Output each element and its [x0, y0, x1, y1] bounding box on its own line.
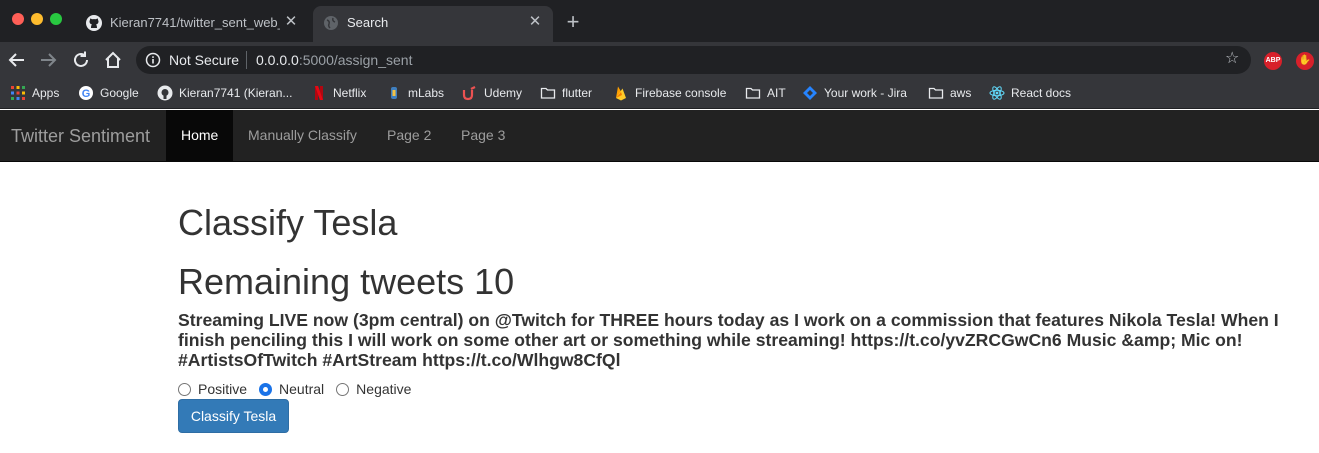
home-icon[interactable] [102, 49, 124, 71]
bookmark-google[interactable]: G Google [78, 83, 139, 103]
radio-positive-input[interactable] [178, 382, 191, 396]
globe-icon [324, 16, 338, 30]
folder-icon [745, 87, 761, 99]
tweet-text: Streaming LIVE now (3pm central) on @Twi… [178, 310, 1279, 370]
remaining-count-heading: Remaining tweets 10 [178, 261, 515, 302]
apps-grid-icon [11, 86, 25, 100]
bookmark-label: flutter [562, 86, 593, 100]
bookmark-star-icon[interactable]: ☆ [1225, 51, 1241, 67]
back-arrow-icon[interactable] [6, 49, 28, 71]
security-label: Not Secure [169, 52, 240, 68]
bookmark-folder-flutter[interactable]: flutter [540, 83, 592, 103]
window-minimize-button[interactable] [31, 13, 43, 25]
adblock-extension-icon[interactable]: ABP [1264, 52, 1282, 70]
udemy-icon [462, 86, 476, 101]
forward-arrow-icon[interactable] [37, 49, 59, 71]
bookmark-jira[interactable]: Your work - Jira [802, 83, 907, 103]
radio-positive-label: Positive [198, 381, 248, 397]
bookmark-label: Your work - Jira [824, 86, 907, 100]
netflix-icon [315, 86, 323, 100]
tab-close-icon[interactable]: ✕ [283, 14, 299, 30]
tab-title: Search [347, 15, 389, 30]
bookmark-github[interactable]: Kieran7741 (Kieran... [157, 83, 292, 103]
bookmark-label: Udemy [484, 86, 523, 100]
radio-negative[interactable]: Negative [336, 381, 411, 397]
jira-icon [803, 86, 817, 100]
bookmarks-bar: Apps G Google Kieran7741 (Kieran... Netf… [0, 78, 1319, 109]
google-icon: G [79, 86, 93, 100]
bookmark-label: Kieran7741 (Kieran... [179, 86, 293, 100]
new-tab-button[interactable]: + [562, 11, 584, 33]
github-icon [157, 85, 173, 101]
bookmark-label: AIT [767, 86, 786, 100]
browser-tab-github[interactable]: Kieran7741/twitter_sent_web_app ✕ [76, 6, 309, 42]
bookmark-react-docs[interactable]: React docs [989, 83, 1071, 103]
navbar-brand[interactable]: Twitter Sentiment [11, 126, 150, 147]
bookmark-label: Firebase console [635, 86, 727, 100]
nav-item-manually-classify[interactable]: Manually Classify [233, 110, 372, 161]
classify-submit-button[interactable]: Classify Tesla [178, 399, 289, 433]
radio-neutral-input[interactable] [259, 382, 273, 396]
address-bar[interactable]: Not Secure 0.0.0.0:5000/assign_sent ☆ [136, 46, 1251, 74]
tab-title: Kieran7741/twitter_sent_web_app [110, 15, 280, 30]
nav-item-page-2[interactable]: Page 2 [372, 110, 446, 161]
bookmark-label: Google [100, 86, 139, 100]
radio-neutral[interactable]: Neutral [259, 381, 324, 397]
radio-negative-label: Negative [356, 381, 412, 397]
radio-positive[interactable]: Positive [178, 381, 247, 397]
url-text: 0.0.0.0:5000/assign_sent [256, 52, 412, 68]
radio-neutral-label: Neutral [279, 381, 325, 397]
ublock-extension-icon[interactable]: ✋ [1296, 52, 1314, 70]
nav-item-page-3[interactable]: Page 3 [446, 110, 520, 161]
info-icon[interactable] [145, 52, 161, 68]
url-path: :5000/assign_sent [298, 52, 413, 68]
bookmark-folder-ait[interactable]: AIT [745, 83, 786, 103]
address-divider [246, 51, 247, 69]
bookmark-apps[interactable]: Apps [10, 83, 59, 103]
bookmark-label: Netflix [333, 86, 367, 100]
bookmark-firebase[interactable]: Firebase console [613, 83, 726, 103]
window-zoom-button[interactable] [50, 13, 62, 25]
browser-tab-search[interactable]: Search ✕ [313, 6, 553, 42]
browser-tab-strip: Kieran7741/twitter_sent_web_app ✕ Search… [0, 0, 1319, 42]
bookmark-mlabs[interactable]: mLabs [386, 83, 444, 103]
bookmark-netflix[interactable]: Netflix [311, 83, 366, 103]
app-navbar: Twitter Sentiment Home Manually Classify… [0, 110, 1319, 162]
react-icon [989, 86, 1005, 100]
page-title: Classify Tesla [178, 202, 398, 243]
window-close-button[interactable] [12, 13, 24, 25]
svg-text:G: G [82, 88, 91, 100]
mlabs-icon [391, 87, 397, 99]
firebase-icon [616, 86, 626, 101]
bookmark-label: mLabs [408, 86, 445, 100]
radio-negative-input[interactable] [336, 382, 350, 396]
bookmark-folder-aws[interactable]: aws [928, 83, 971, 103]
sentiment-radio-group: Positive Neutral Negative [178, 381, 423, 397]
folder-icon [928, 87, 944, 99]
bookmark-udemy[interactable]: Udemy [462, 83, 522, 103]
browser-toolbar: Not Secure 0.0.0.0:5000/assign_sent ☆ AB… [0, 42, 1319, 78]
bookmark-label: aws [950, 86, 972, 100]
bookmark-label: Apps [32, 86, 60, 100]
bookmark-label: React docs [1011, 86, 1072, 100]
github-icon [86, 15, 102, 31]
tab-close-icon[interactable]: ✕ [527, 14, 543, 30]
folder-icon [540, 87, 556, 99]
reload-icon[interactable] [70, 49, 92, 71]
nav-item-home[interactable]: Home [166, 110, 234, 161]
url-host: 0.0.0.0 [256, 52, 299, 68]
